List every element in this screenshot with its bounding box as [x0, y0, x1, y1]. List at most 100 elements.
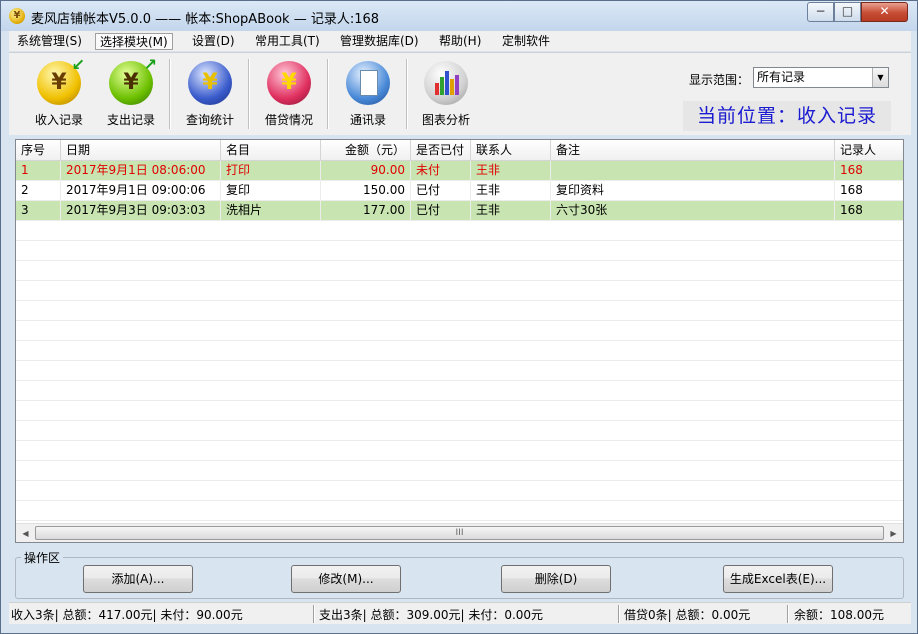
cell-contact: 王非 [471, 161, 551, 181]
toolbar-separator [327, 59, 329, 129]
cell-amount: 150.00 [321, 181, 411, 201]
empty-row [16, 441, 903, 461]
scroll-left-arrow-icon[interactable]: ◀ [17, 525, 34, 542]
tool-loan-status[interactable]: ¥ 借贷情况 [254, 59, 324, 131]
toolbar-separator [169, 59, 171, 129]
status-loan: 借贷0条| 总额：0.00元 [624, 608, 751, 622]
maximize-button[interactable]: □ [834, 2, 861, 22]
app-window: ¥ 麦风店铺帐本V5.0.0 —— 帐本:ShopABook — 记录人:168… [0, 0, 918, 634]
tool-label: 支出记录 [106, 113, 155, 127]
empty-row [16, 221, 903, 241]
column-header-note[interactable]: 备注 [551, 140, 835, 161]
cell-amount: 90.00 [321, 161, 411, 181]
cell-paid: 未付 [411, 161, 471, 181]
current-location: 当前位置：收入记录 [683, 101, 891, 131]
minimize-button[interactable]: − [807, 2, 834, 22]
tool-chart-analysis[interactable]: 图表分析 [411, 59, 481, 131]
column-header-no[interactable]: 序号 [16, 140, 61, 161]
cell-recorder: 168 [840, 163, 863, 177]
empty-row [16, 501, 903, 521]
status-balance: 余额：108.00元 [794, 608, 884, 622]
empty-row [16, 261, 903, 281]
menu-custom-software[interactable]: 定制软件 [498, 33, 554, 50]
menu-select-module[interactable]: 选择模块(M) [95, 33, 173, 50]
cell-paid: 已付 [411, 181, 471, 201]
menu-database[interactable]: 管理数据库(D) [336, 33, 423, 50]
table-row[interactable]: 3 2017年9月3日 09:03:03 洗相片 177.00 已付 王非 六寸… [16, 201, 903, 221]
horizontal-scrollbar[interactable]: ◀ III ▶ [16, 523, 903, 542]
status-expense: 支出3条| 总额：309.00元| 未付：0.00元 [319, 608, 544, 622]
cell-contact: 王非 [471, 201, 551, 221]
cell-note: 六寸30张 [551, 201, 835, 221]
delete-button[interactable]: 删除(D) [501, 565, 611, 593]
status-separator [313, 605, 315, 623]
cell-note: 复印资料 [551, 181, 835, 201]
column-header-item[interactable]: 名目 [221, 140, 321, 161]
tool-income-record[interactable]: ¥ ↙ 收入记录 [24, 57, 94, 131]
column-header-contact[interactable]: 联系人 [471, 140, 551, 161]
cell-no: 2 [16, 181, 61, 201]
table-row[interactable]: 1 2017年9月1日 08:06:00 打印 90.00 未付 王非 168 [16, 161, 903, 181]
menu-settings[interactable]: 设置(D) [188, 33, 239, 50]
cell-date: 2017年9月1日 09:00:06 [61, 181, 221, 201]
window-title: 麦风店铺帐本V5.0.0 —— 帐本:ShopABook — 记录人:168 [31, 12, 380, 27]
empty-row [16, 401, 903, 421]
menu-system[interactable]: 系统管理(S) [13, 33, 86, 50]
empty-row [16, 341, 903, 361]
search-stats-icon: ¥ [188, 61, 232, 105]
tool-query-stats[interactable]: ¥ 查询统计 [175, 59, 245, 131]
records-table: 序号 日期 名目 金额（元） 是否已付 联系人 备注 记录人 1 2017年9月… [15, 139, 904, 543]
empty-row [16, 281, 903, 301]
tool-label: 通讯录 [349, 113, 386, 127]
cell-date: 2017年9月3日 09:03:03 [61, 201, 221, 221]
close-button[interactable]: ✕ [861, 2, 908, 22]
column-header-paid[interactable]: 是否已付 [411, 140, 471, 161]
table-row[interactable]: 2 2017年9月1日 09:00:06 复印 150.00 已付 王非 复印资… [16, 181, 903, 201]
status-income: 收入3条| 总额：417.00元| 未付：90.00元 [11, 608, 243, 622]
menu-tools[interactable]: 常用工具(T) [251, 33, 324, 50]
title-bar[interactable]: ¥ 麦风店铺帐本V5.0.0 —— 帐本:ShopABook — 记录人:168… [1, 1, 917, 31]
table-header: 序号 日期 名目 金额（元） 是否已付 联系人 备注 记录人 [16, 140, 903, 161]
status-separator [618, 605, 620, 623]
cell-note [551, 161, 835, 181]
tool-label: 借贷情况 [264, 113, 313, 127]
empty-row [16, 421, 903, 441]
contacts-icon [346, 61, 390, 105]
column-header-amount[interactable]: 金额（元） [321, 140, 411, 161]
cell-contact: 王非 [471, 181, 551, 201]
add-button[interactable]: 添加(A)... [83, 565, 193, 593]
empty-row [16, 301, 903, 321]
operation-group-label: 操作区 [21, 549, 64, 566]
cell-amount: 177.00 [321, 201, 411, 221]
yuan-income-icon: ¥ ↙ [37, 57, 85, 105]
cell-date: 2017年9月1日 08:06:00 [61, 161, 221, 181]
status-bar: 收入3条| 总额：417.00元| 未付：90.00元 支出3条| 总额：309… [9, 602, 911, 624]
scroll-right-arrow-icon[interactable]: ▶ [885, 525, 902, 542]
cell-item: 打印 [221, 161, 321, 181]
edit-button[interactable]: 修改(M)... [291, 565, 401, 593]
menu-help[interactable]: 帮助(H) [435, 33, 485, 50]
cell-item: 复印 [221, 181, 321, 201]
tool-label: 图表分析 [421, 113, 470, 127]
display-range-select[interactable]: 所有记录 ▼ [753, 67, 889, 88]
cell-no: 1 [16, 161, 61, 181]
tool-expense-record[interactable]: ¥ ↗ 支出记录 [96, 57, 166, 131]
cell-recorder: 168 [840, 183, 863, 197]
chart-icon [424, 61, 468, 105]
chevron-down-icon[interactable]: ▼ [872, 68, 888, 87]
empty-row [16, 461, 903, 481]
column-header-recorder[interactable]: 记录人 [835, 140, 903, 161]
toolbar-separator [248, 59, 250, 129]
menu-bar: 系统管理(S) 选择模块(M) 设置(D) 常用工具(T) 管理数据库(D) 帮… [9, 31, 911, 51]
toolbar: ¥ ↙ 收入记录 ¥ ↗ 支出记录 ¥ 查询统计 ¥ 借贷情况 通讯录 图表分析… [9, 52, 911, 135]
display-range-label: 显示范围： [689, 73, 750, 87]
toolbar-separator [406, 59, 408, 129]
tool-label: 查询统计 [185, 113, 234, 127]
scroll-thumb[interactable]: III [35, 526, 884, 540]
column-header-date[interactable]: 日期 [61, 140, 221, 161]
cell-no: 3 [16, 201, 61, 221]
export-excel-button[interactable]: 生成Excel表(E)... [723, 565, 833, 593]
cell-item: 洗相片 [221, 201, 321, 221]
tool-contacts[interactable]: 通讯录 [333, 59, 403, 131]
empty-row [16, 381, 903, 401]
